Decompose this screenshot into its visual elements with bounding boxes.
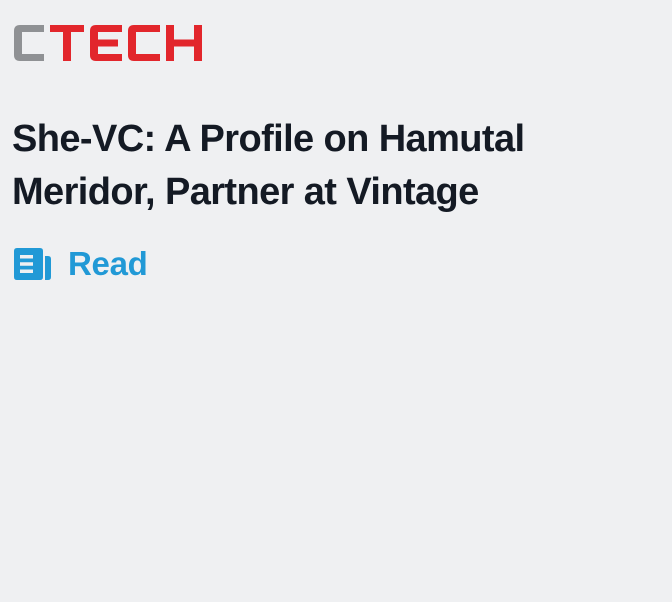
newspaper-icon: [14, 248, 52, 280]
read-button[interactable]: Read: [14, 244, 148, 284]
ctech-logo-wordmark: [14, 25, 202, 61]
article-card: She-VC: A Profile on Hamutal Meridor, Pa…: [0, 0, 672, 602]
article-headline[interactable]: She-VC: A Profile on Hamutal Meridor, Pa…: [12, 113, 612, 219]
read-label: Read: [68, 245, 148, 282]
ctech-logo: [14, 25, 214, 61]
